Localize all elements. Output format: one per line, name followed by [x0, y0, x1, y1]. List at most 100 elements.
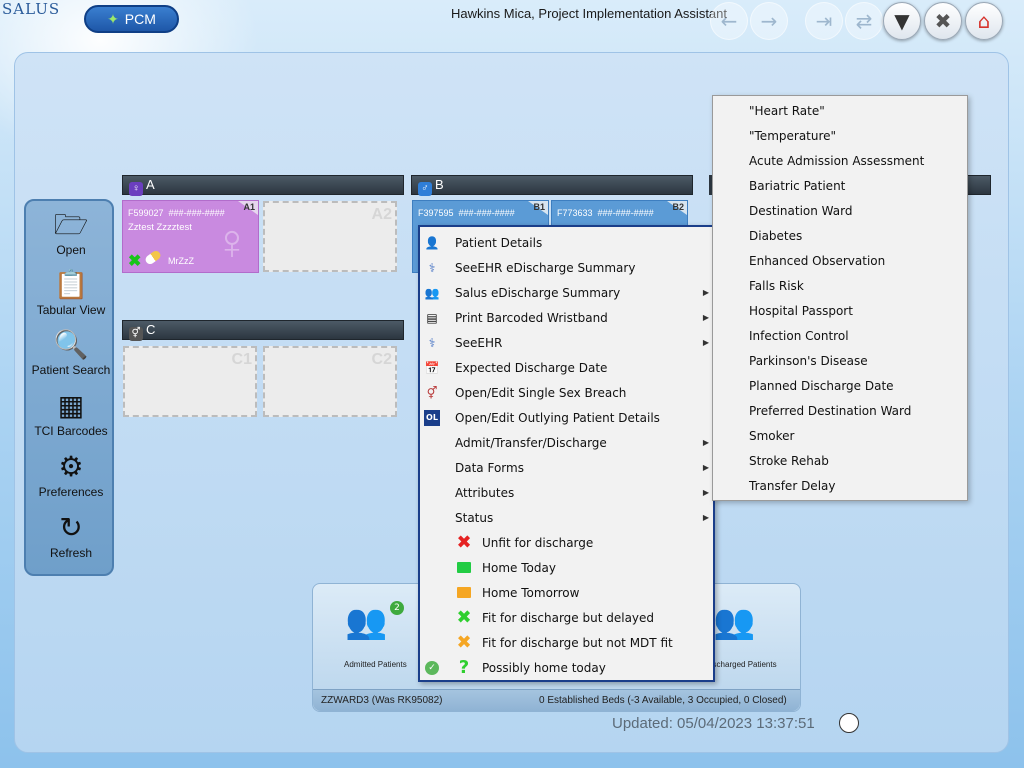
attribute-menu-item[interactable]: Smoker	[749, 424, 795, 449]
transfer-icon[interactable]: ⇄	[845, 2, 883, 40]
orange-x-icon: ✖	[456, 632, 472, 653]
sidebar-label-search: Patient Search	[31, 363, 111, 377]
bed-number: A2	[371, 206, 392, 223]
sidebar-patient-search[interactable]: 🔍 Patient Search	[26, 329, 116, 377]
attribute-menu-item[interactable]: Preferred Destination Ward	[749, 399, 911, 424]
ehr-icon: ⚕	[428, 335, 436, 350]
admitted-patients-label: Admitted Patients	[344, 660, 407, 669]
folder-icon: 🗁	[53, 209, 89, 240]
attribute-menu-item[interactable]: Hospital Passport	[749, 299, 853, 324]
forward-arrow-icon[interactable]: →	[750, 2, 788, 40]
refresh-indicator[interactable]	[839, 713, 859, 733]
sidebar-preferences[interactable]: ⚙ Preferences	[26, 451, 116, 499]
bay-b-header[interactable]: ♂ B	[411, 175, 693, 196]
qr-code-icon: ▦	[57, 390, 85, 421]
attribute-menu-item[interactable]: Stroke Rehab	[749, 449, 829, 474]
context-menu-item[interactable]: 👥 Salus eDischarge Summary ▶	[420, 280, 713, 305]
bed-number: C1	[231, 351, 252, 368]
context-menu-item[interactable]: 👤 Patient Details	[420, 230, 713, 255]
bed-summary: 0 Established Beds (-3 Available, 3 Occu…	[539, 695, 787, 706]
context-menu-item[interactable]: 📅 Expected Discharge Date	[420, 355, 713, 380]
context-menu-label: Admit/Transfer/Discharge	[455, 435, 607, 450]
outlier-icon: OL	[424, 409, 440, 426]
sidebar-label-tabular: Tabular View	[36, 303, 106, 317]
sidebar-tci-barcodes[interactable]: ▦ TCI Barcodes	[26, 390, 116, 438]
medication-pill-icon	[143, 249, 163, 266]
exit-door-icon[interactable]: ⇥	[805, 2, 843, 40]
attribute-menu-item[interactable]: Falls Risk	[749, 274, 804, 299]
status-menu-item[interactable]: Home Tomorrow	[420, 580, 713, 605]
status-menu-item[interactable]: ✖ Fit for discharge but not MDT fit	[420, 630, 713, 655]
sex-breach-icon: ⚥	[426, 385, 438, 400]
bay-a-header[interactable]: ♀ A	[122, 175, 404, 196]
back-arrow-icon[interactable]: ←	[710, 2, 748, 40]
salus-icon: 👥	[424, 285, 440, 300]
status-menu-item[interactable]: ✖ Unfit for discharge	[420, 530, 713, 555]
context-menu-label: SeeEHR eDischarge Summary	[455, 260, 636, 275]
patient-context-menu: 👤 Patient Details ⚕ SeeEHR eDischarge Summa…	[418, 225, 715, 682]
barcode-icon: ▤	[426, 310, 438, 325]
attribute-menu-item[interactable]: Parkinson's Disease	[749, 349, 868, 374]
mixed-bay-icon: ⚥	[129, 327, 143, 341]
checked-icon: ✓	[425, 660, 439, 675]
submenu-arrow-icon: ▶	[702, 463, 709, 472]
bed-number: B2	[672, 202, 684, 212]
orange-square-icon	[456, 584, 472, 602]
sidebar-refresh[interactable]: ↻ Refresh	[26, 512, 116, 560]
sidebar-label-open: Open	[56, 243, 86, 257]
context-menu-item[interactable]: ▤ Print Barcoded Wristband ▶	[420, 305, 713, 330]
attribute-menu-item[interactable]: "Heart Rate"	[749, 99, 825, 124]
bed-c1[interactable]: C1	[123, 346, 257, 417]
discharged-patients-icon[interactable]: 👥	[713, 602, 755, 642]
submenu-arrow-icon: ▶	[702, 288, 709, 297]
salus-logo: SALUS	[2, 0, 61, 18]
bay-b-title: B	[435, 177, 444, 192]
attribute-menu-item[interactable]: "Temperature"	[749, 124, 836, 149]
bed-a1[interactable]: ♀ A1 F599027 ###-###-#### Zztest Zzzztes…	[122, 200, 259, 273]
attribute-menu-item[interactable]: Enhanced Observation	[749, 249, 885, 274]
context-menu-item[interactable]: Status ▶	[420, 505, 713, 530]
attribute-menu-item[interactable]: Destination Ward	[749, 199, 852, 224]
context-menu-label: Status	[455, 510, 494, 525]
sidebar-tabular-view[interactable]: 📋 Tabular View	[26, 269, 116, 317]
home-icon[interactable]: ⌂	[965, 2, 1003, 40]
context-menu-item[interactable]: ⚥ Open/Edit Single Sex Breach	[420, 380, 713, 405]
context-menu-item[interactable]: ⚕ SeeEHR ▶	[420, 330, 713, 355]
status-menu-item[interactable]: ✓? Possibly home today	[420, 655, 713, 680]
close-icon[interactable]: ✖	[924, 2, 962, 40]
admitted-patients-icon[interactable]: 👥	[345, 602, 387, 642]
attribute-menu-item[interactable]: Planned Discharge Date	[749, 374, 894, 399]
context-menu-item[interactable]: ⚕ SeeEHR eDischarge Summary	[420, 255, 713, 280]
status-menu-label: Home Today	[482, 560, 556, 575]
sidebar-open[interactable]: 🗁 Open	[26, 209, 116, 257]
status-menu-label: Unfit for discharge	[482, 535, 594, 550]
clipboard-icon: 📋	[53, 269, 89, 300]
status-menu-item[interactable]: Home Today	[420, 555, 713, 580]
context-menu-label: SeeEHR	[455, 335, 503, 350]
pcm-module-button[interactable]: ✦ PCM	[84, 5, 179, 33]
attribute-menu-item[interactable]: Bariatric Patient	[749, 174, 845, 199]
context-menu-label: Patient Details	[455, 235, 543, 250]
sidebar: 🗁 Open 📋 Tabular View 🔍 Patient Search ▦…	[24, 199, 114, 576]
context-menu-item[interactable]: Admit/Transfer/Discharge ▶	[420, 430, 713, 455]
context-menu-item[interactable]: Attributes ▶	[420, 480, 713, 505]
status-menu-label: Possibly home today	[482, 660, 606, 675]
attribute-menu-item[interactable]: Diabetes	[749, 224, 802, 249]
pcm-people-icon: ✦	[107, 10, 119, 27]
fit-delayed-icon: ✖	[128, 253, 142, 270]
attribute-menu-item[interactable]: Transfer Delay	[749, 474, 835, 499]
bed-c2[interactable]: C2	[263, 346, 397, 417]
filter-icon[interactable]: ▼	[883, 2, 921, 40]
admitted-count-badge: 2	[390, 601, 404, 615]
bay-c-header[interactable]: ⚥ C	[122, 320, 404, 341]
status-menu-label: Home Tomorrow	[482, 585, 580, 600]
attribute-menu-item[interactable]: Infection Control	[749, 324, 849, 349]
ward-name: ZZWARD3 (Was RK95082)	[321, 695, 443, 706]
attribute-menu-item[interactable]: Acute Admission Assessment	[749, 149, 924, 174]
context-menu-item[interactable]: Data Forms ▶	[420, 455, 713, 480]
patient-name: Zztest Zzzztest	[128, 222, 192, 233]
status-menu-item[interactable]: ✖ Fit for discharge but delayed	[420, 605, 713, 630]
context-menu-label: Open/Edit Single Sex Breach	[455, 385, 627, 400]
bed-a2[interactable]: A2	[263, 201, 397, 272]
context-menu-item[interactable]: OL Open/Edit Outlying Patient Details	[420, 405, 713, 430]
